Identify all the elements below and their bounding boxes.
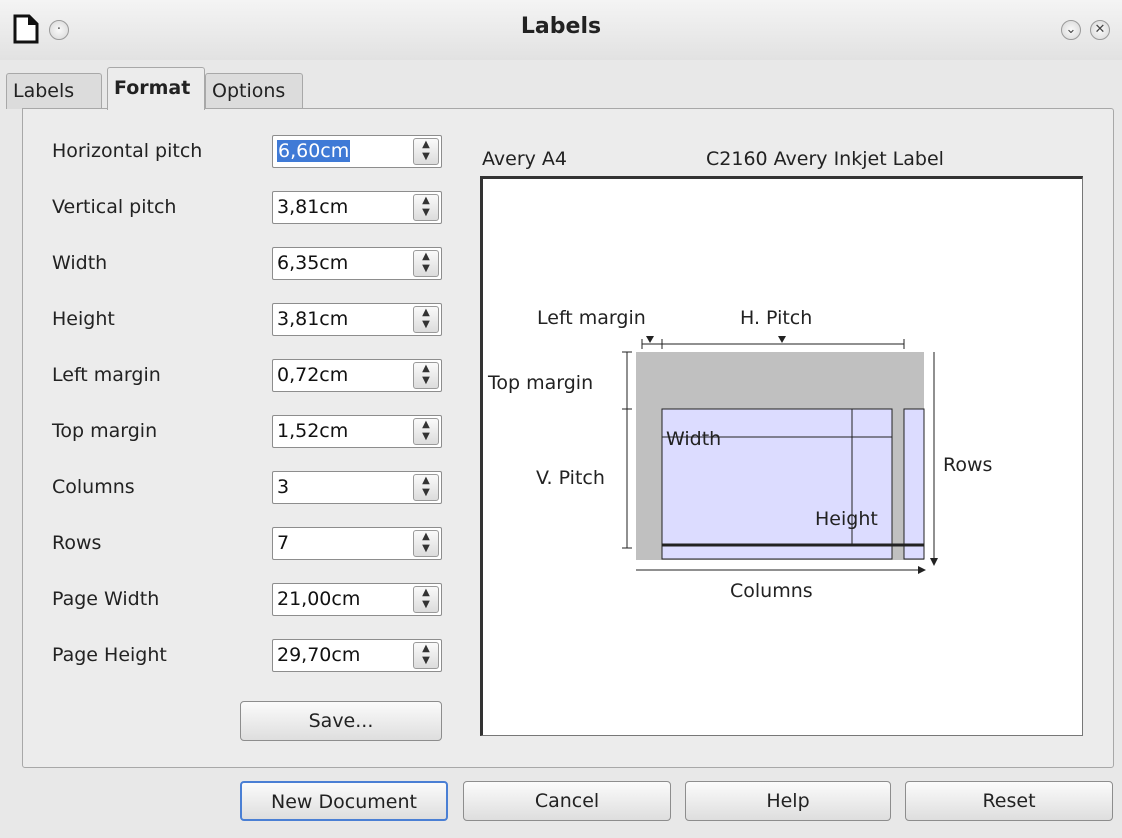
h-pitch-text: H. Pitch — [740, 307, 812, 329]
height-text: Height — [815, 508, 878, 530]
label-2 — [903, 408, 925, 560]
label-diagram: Left margin H. Pitch Top margin Width V.… — [487, 307, 992, 602]
left-margin-text: Left margin — [537, 307, 646, 329]
v-pitch-text: V. Pitch — [536, 467, 605, 489]
new-document-button[interactable]: New Document — [240, 781, 448, 821]
rows-text: Rows — [943, 454, 992, 476]
top-margin-text: Top margin — [487, 372, 593, 394]
cancel-button[interactable]: Cancel — [463, 781, 671, 821]
help-button[interactable]: Help — [685, 781, 891, 821]
tab-format[interactable]: Format — [107, 67, 205, 110]
columns-text: Columns — [730, 580, 813, 602]
width-text: Width — [666, 428, 721, 450]
reset-button[interactable]: Reset — [905, 781, 1113, 821]
